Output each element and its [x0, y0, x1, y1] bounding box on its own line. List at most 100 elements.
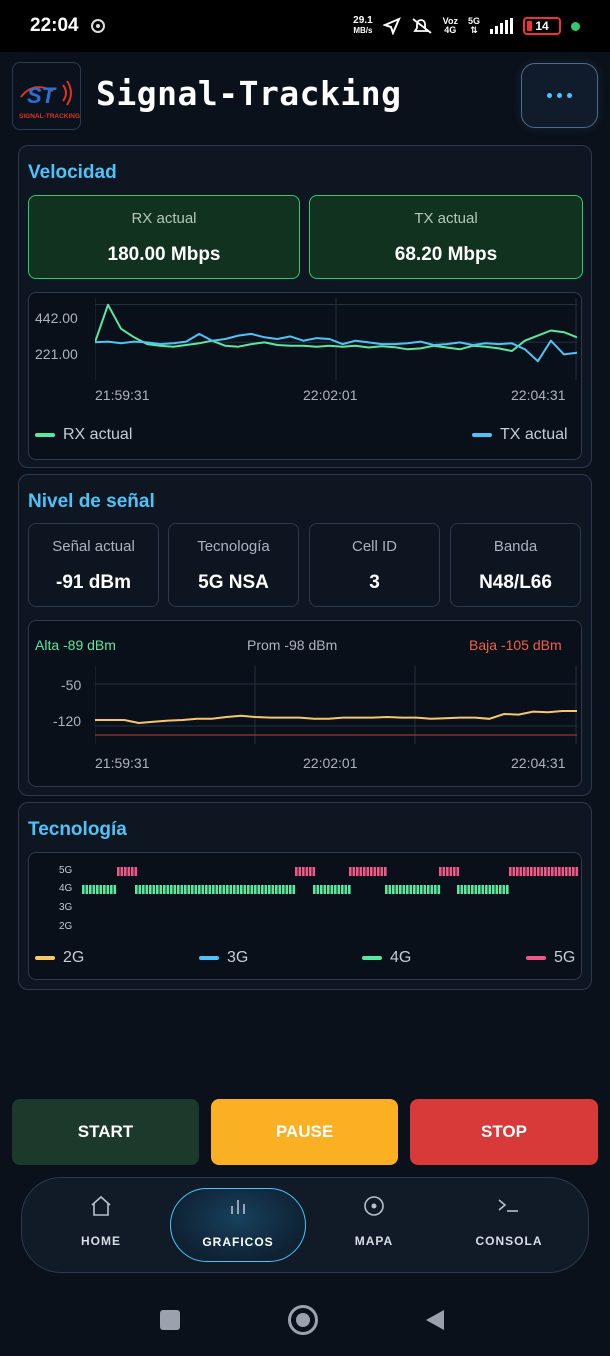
tech-4g-mark	[142, 885, 145, 894]
start-button[interactable]: START	[12, 1099, 199, 1165]
tech-4g-mark	[264, 885, 268, 894]
tech-4g-mark	[320, 885, 323, 894]
band-card: Banda N48/L66	[450, 523, 581, 607]
tech-5g-mark	[134, 867, 138, 876]
tech-4g-mark	[110, 885, 113, 894]
cell-id-card: Cell ID 3	[309, 523, 440, 607]
speed-section: Velocidad RX actual 180.00 Mbps TX actua…	[18, 145, 592, 468]
tech-5g-mark	[131, 867, 134, 876]
tech-5g-mark	[565, 867, 568, 876]
bottom-nav: HOME GRAFICOS MAPA CONSOLA	[21, 1177, 589, 1273]
tech-4g-mark	[229, 885, 233, 894]
tech-4g-mark	[399, 885, 402, 894]
tech-5g-mark	[120, 867, 124, 876]
tech-4g-mark	[481, 885, 485, 894]
tech-5g-mark	[526, 867, 530, 876]
row-label: 2G	[59, 921, 73, 932]
tech-5g-mark	[453, 867, 456, 876]
tech-4g-mark	[285, 885, 289, 894]
nav-consola[interactable]: CONSOLA	[444, 1188, 574, 1264]
tech-5g-mark	[366, 867, 370, 876]
tech-4g-mark	[184, 885, 187, 894]
tech-4g-mark	[254, 885, 257, 894]
row-label: 4G	[59, 883, 73, 894]
signal-bars-icon	[490, 18, 513, 34]
back-triangle-icon[interactable]	[424, 1308, 446, 1332]
tech-4g-mark	[89, 885, 92, 894]
tech-4g-mark	[485, 885, 488, 894]
x-tick: 21:59:31	[95, 387, 150, 403]
app-header: ST SIGNAL-TRACKING Signal-Tracking	[0, 52, 610, 140]
tech-4g-mark	[388, 885, 392, 894]
tech-4g-mark	[243, 885, 247, 894]
tech-4g-mark	[348, 885, 351, 894]
mute-icon	[412, 18, 432, 34]
tx-card: TX actual 68.20 Mbps	[309, 195, 583, 279]
more-menu-button[interactable]	[521, 63, 598, 128]
home-circle-icon[interactable]	[288, 1305, 318, 1335]
tech-5g-mark	[537, 867, 540, 876]
tech-4g-mark	[392, 885, 395, 894]
tech-5g-mark	[544, 867, 547, 876]
tech-4g-mark	[327, 885, 330, 894]
tech-5g-mark	[533, 867, 537, 876]
tech-5g-mark	[298, 867, 302, 876]
tech-5g-mark	[117, 867, 120, 876]
tech-5g-mark	[572, 867, 575, 876]
tech-5g-mark	[439, 867, 442, 876]
svg-text:SIGNAL-TRACKING: SIGNAL-TRACKING	[19, 113, 80, 120]
status-time: 22:04	[30, 15, 79, 36]
tech-4g-mark	[502, 885, 506, 894]
stop-button[interactable]: STOP	[410, 1099, 598, 1165]
signal-chart: Alta -89 dBm Prom -98 dBm Baja -105 dBm …	[28, 620, 582, 787]
nav-graficos[interactable]: GRAFICOS	[170, 1188, 306, 1262]
tech-4g-mark	[247, 885, 250, 894]
nav-mapa[interactable]: MAPA	[309, 1188, 439, 1264]
logo-image: ST SIGNAL-TRACKING	[19, 80, 80, 120]
legend-swatch	[35, 956, 55, 960]
tech-4g-mark	[261, 885, 264, 894]
recents-icon[interactable]	[160, 1310, 180, 1330]
tech-4g-mark	[268, 885, 271, 894]
nav-home[interactable]: HOME	[36, 1188, 166, 1264]
tech-4g-mark	[334, 885, 337, 894]
tech-4g-mark	[103, 885, 106, 894]
tech-4g-mark	[416, 885, 420, 894]
tech-4g-mark	[149, 885, 152, 894]
tech-4g-mark	[257, 885, 261, 894]
tech-4g-mark	[163, 885, 166, 894]
x-tick: 22:04:31	[511, 387, 566, 403]
tech-4g-mark	[457, 885, 460, 894]
tech-4g-mark	[341, 885, 344, 894]
tech-5g-mark	[516, 867, 519, 876]
net-speed: 29.1 MB/s	[353, 15, 373, 36]
tech-4g-mark	[82, 885, 85, 894]
privacy-dot-icon	[571, 21, 580, 31]
tech-5g-mark	[359, 867, 363, 876]
pause-button[interactable]: PAUSE	[211, 1099, 398, 1165]
tech-5g-mark	[363, 867, 366, 876]
home-icon	[91, 1195, 111, 1216]
location-icon	[90, 19, 105, 33]
tech-4g-mark	[282, 885, 285, 894]
tech-5g-mark	[127, 867, 131, 876]
speed-chart: 442.00 221.00 21:59:31 22:02:01 22:04:31…	[28, 292, 582, 460]
tech-4g-mark	[275, 885, 278, 894]
signal-line	[95, 710, 577, 725]
volte-indicator: Voz 4G	[442, 16, 458, 35]
tech-5g-mark	[370, 867, 373, 876]
tech-5g-mark	[512, 867, 516, 876]
tech-5g-mark	[575, 867, 579, 876]
y-tick: -120	[53, 713, 82, 729]
x-tick: 22:02:01	[303, 387, 358, 403]
terminal-icon	[498, 1199, 518, 1212]
tech-5g-mark	[523, 867, 526, 876]
tech-4g-mark	[434, 885, 437, 894]
tech-4g-mark	[198, 885, 201, 894]
tech-5g-mark	[568, 867, 572, 876]
legend-rx: RX actual	[35, 426, 132, 444]
tech-4g-mark	[471, 885, 474, 894]
tech-5g-mark	[509, 867, 512, 876]
rx-card: RX actual 180.00 Mbps	[28, 195, 300, 279]
tech-4g-mark	[166, 885, 170, 894]
